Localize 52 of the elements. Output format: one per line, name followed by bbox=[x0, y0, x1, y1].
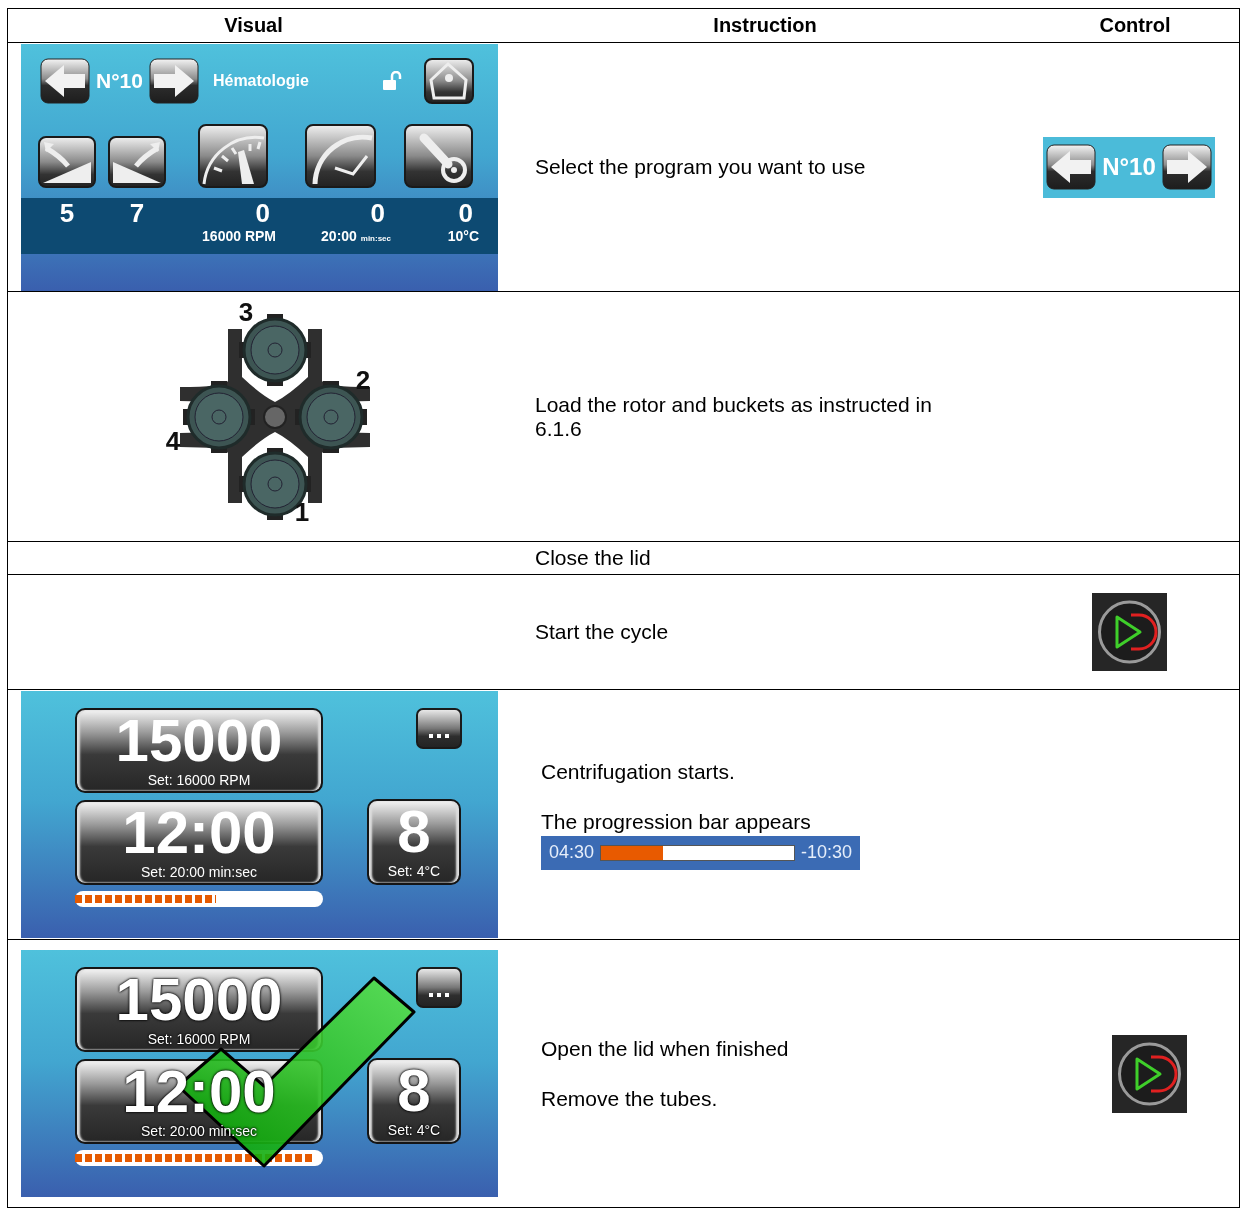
timer-button[interactable] bbox=[305, 123, 376, 188]
instruction-text: Start the cycle bbox=[535, 620, 670, 644]
column-header: Visual bbox=[223, 14, 284, 37]
instruction-text: Open the lid when finished bbox=[541, 1036, 790, 1061]
temperature-setpoint: Set: 4°C bbox=[387, 1122, 441, 1138]
program-name: Hématologie bbox=[212, 71, 309, 90]
home-button[interactable] bbox=[424, 57, 474, 104]
right-arrow-button[interactable] bbox=[1161, 144, 1212, 190]
instruction-text: The progression bar appears bbox=[541, 809, 812, 834]
time-setpoint: 20:00 min:sec bbox=[321, 227, 391, 244]
temperature-setpoint: Set: 4°C bbox=[387, 863, 441, 879]
thermometer-button[interactable] bbox=[404, 123, 473, 188]
speed-value: 15000 bbox=[115, 969, 283, 1031]
start-button[interactable] bbox=[1091, 593, 1167, 671]
acceleration-button[interactable] bbox=[38, 135, 96, 188]
speed-setpoint: Set: 16000 RPM bbox=[147, 772, 251, 788]
column-header: Control bbox=[1098, 14, 1172, 37]
deceleration-button[interactable] bbox=[108, 135, 166, 188]
program-number: N°10 bbox=[96, 68, 143, 93]
speed-gauge-button[interactable] bbox=[198, 123, 268, 188]
bucket-number: 3 bbox=[238, 296, 254, 327]
left-arrow-button[interactable] bbox=[40, 57, 90, 104]
bucket-number: 4 bbox=[165, 425, 181, 456]
bucket-number: 2 bbox=[355, 364, 371, 395]
speed-setpoint: 16000 RPM bbox=[202, 227, 276, 244]
acceleration-value: 5 bbox=[59, 197, 75, 228]
column-header: Instruction bbox=[712, 14, 818, 37]
temperature-value: 8 bbox=[397, 1060, 431, 1122]
remaining-time: -10:30 bbox=[800, 842, 852, 863]
speed-value: 0 bbox=[255, 197, 271, 228]
instruction-text: Close the lid bbox=[535, 546, 652, 570]
start-button[interactable] bbox=[1111, 1034, 1187, 1113]
temperature-setpoint: 10°C bbox=[447, 227, 479, 244]
right-arrow-button[interactable] bbox=[148, 57, 199, 104]
temperature-value: 8 bbox=[397, 801, 431, 863]
bucket-number: 1 bbox=[294, 496, 310, 527]
temperature-value: 0 bbox=[458, 197, 474, 228]
instruction-text: Load the rotor and buckets as instructed in 6.1.6 bbox=[535, 392, 933, 441]
more-button[interactable] bbox=[416, 708, 462, 749]
time-value: 0 bbox=[370, 197, 386, 228]
speed-setpoint: Set: 16000 RPM bbox=[147, 1031, 251, 1047]
instruction-text: Centrifugation starts. bbox=[541, 759, 736, 784]
instruction-text: Remove the tubes. bbox=[541, 1086, 719, 1111]
program-number: N°10 bbox=[1102, 153, 1156, 181]
time-value: 12:00 bbox=[122, 802, 276, 864]
elapsed-time: 04:30 bbox=[549, 842, 595, 863]
speed-value: 15000 bbox=[115, 710, 283, 772]
more-button[interactable] bbox=[416, 967, 462, 1008]
left-arrow-button[interactable] bbox=[1046, 144, 1097, 190]
deceleration-value: 7 bbox=[129, 197, 145, 228]
time-setpoint: Set: 20:00 min:sec bbox=[141, 864, 257, 880]
instruction-text: Select the program you want to use bbox=[535, 155, 867, 179]
